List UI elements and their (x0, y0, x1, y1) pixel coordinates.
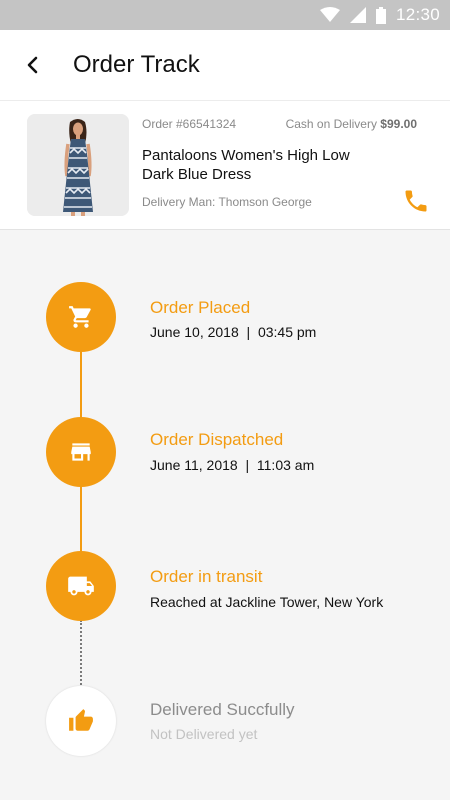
order-timeline: Order Placed June 10, 2018 | 03:45 pm Or… (0, 231, 450, 800)
payment-info: Cash on Delivery $99.00 (286, 117, 417, 131)
phone-icon (405, 190, 427, 212)
timeline-connector (80, 350, 82, 418)
step-circle-delivered (46, 686, 116, 756)
cart-icon (69, 306, 91, 328)
call-button[interactable] (402, 187, 430, 215)
payment-method: Cash on Delivery (285, 117, 377, 131)
step-location-transit: Reached at Jackline Tower, New York (150, 594, 384, 610)
timeline-connector-pending (80, 620, 82, 688)
step-date-placed: June 10, 2018 | 03:45 pm (150, 324, 317, 340)
step-circle-dispatched (46, 417, 116, 487)
page-title: Order Track (73, 51, 200, 78)
signal-icon (349, 7, 366, 23)
step-circle-transit (46, 551, 116, 621)
timeline-connector (80, 485, 82, 552)
step-title-placed: Order Placed (150, 298, 251, 317)
app-bar: Order Track (0, 30, 450, 100)
order-card: Order #66541324 Cash on Delivery $99.00 … (0, 100, 450, 230)
truck-icon (68, 576, 94, 596)
store-icon (71, 443, 91, 461)
back-arrow-icon (27, 56, 38, 74)
payment-amount: $99.00 (380, 117, 417, 131)
status-time: 12:30 (395, 5, 440, 24)
order-id: Order #66541324 (142, 117, 237, 131)
step-status-delivered: Not Delivered yet (150, 726, 258, 742)
delivery-man: Delivery Man: Thomson George (142, 195, 312, 209)
battery-icon (375, 6, 386, 24)
step-title-delivered: Delivered Succfully (150, 700, 295, 719)
step-circle-placed (46, 282, 116, 352)
step-title-transit: Order in transit (150, 567, 263, 586)
back-button[interactable] (18, 50, 48, 80)
wifi-icon (319, 7, 340, 22)
product-name: Pantaloons Women's High Low Dark Blue Dr… (142, 147, 350, 183)
product-image[interactable] (27, 114, 129, 216)
step-title-dispatched: Order Dispatched (150, 430, 284, 449)
status-bar: 12:30 (0, 0, 450, 30)
thumbs-up-icon (69, 709, 93, 731)
step-date-dispatched: June 11, 2018 | 11:03 am (150, 457, 315, 473)
